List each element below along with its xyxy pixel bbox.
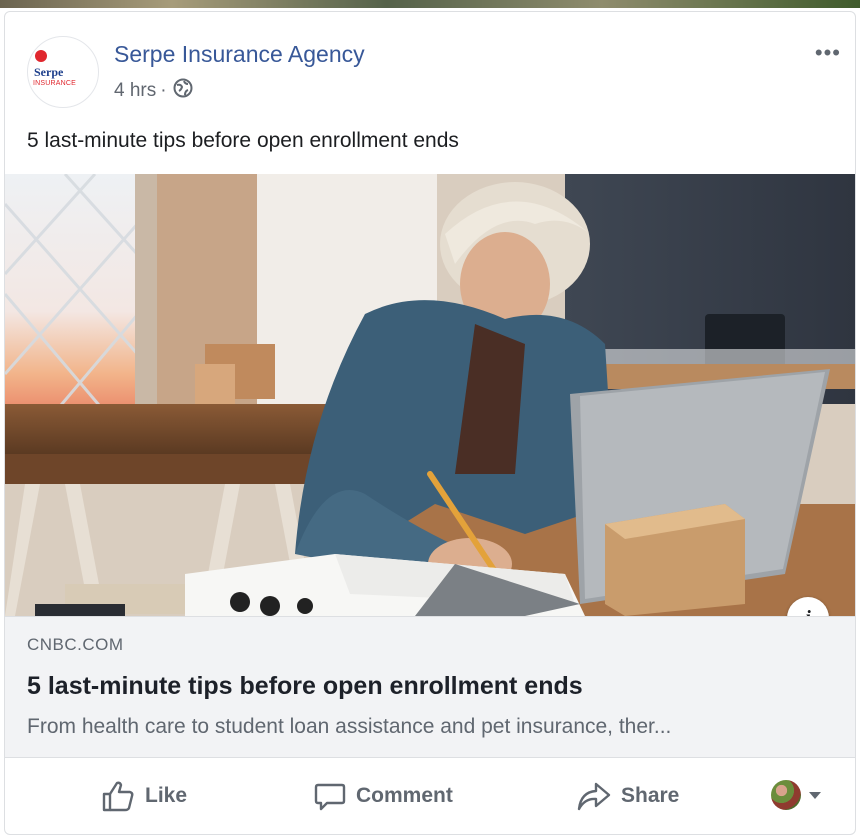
comment-label: Comment xyxy=(356,784,453,807)
post-message: 5 last-minute tips before open enrollmen… xyxy=(27,129,459,152)
share-icon xyxy=(577,782,611,811)
feed-post-card: Serpe INSURANCE Serpe Insurance Agency 4… xyxy=(4,11,856,835)
like-label: Like xyxy=(145,784,188,807)
chevron-down-icon xyxy=(809,791,821,799)
meta-separator: · xyxy=(160,80,167,101)
comment-icon xyxy=(314,783,346,811)
comment-button[interactable]: Comment xyxy=(314,758,453,834)
post-timestamp[interactable]: 4 hrs xyxy=(114,80,156,102)
background-strip xyxy=(0,0,860,8)
logo-subtext: INSURANCE xyxy=(33,80,77,87)
page-name-link[interactable]: Serpe Insurance Agency xyxy=(114,41,365,68)
link-image[interactable] xyxy=(5,174,855,616)
logo-word: Serpe xyxy=(34,65,64,79)
globe-icon[interactable] xyxy=(173,78,193,104)
action-bar: Like Comment Share xyxy=(5,758,855,834)
link-description: From health care to student loan assista… xyxy=(27,715,672,738)
logo-mark-icon xyxy=(35,50,47,62)
share-button[interactable]: Share xyxy=(577,758,679,834)
like-button[interactable]: Like xyxy=(101,758,187,834)
reaction-identity-picker[interactable] xyxy=(771,780,821,810)
post-header: Serpe INSURANCE Serpe Insurance Agency 4… xyxy=(5,12,855,112)
post-meta: 4 hrs · xyxy=(114,78,193,104)
share-label: Share xyxy=(621,784,680,807)
link-preview[interactable]: CNBC.COM 5 last-minute tips before open … xyxy=(5,616,855,758)
page-avatar[interactable]: Serpe INSURANCE xyxy=(27,36,99,108)
more-options-icon[interactable]: ••• xyxy=(815,40,841,66)
link-title[interactable]: 5 last-minute tips before open enrollmen… xyxy=(27,672,583,701)
user-avatar xyxy=(771,780,801,810)
thumbs-up-icon xyxy=(102,781,134,812)
link-domain: CNBC.COM xyxy=(27,635,124,654)
